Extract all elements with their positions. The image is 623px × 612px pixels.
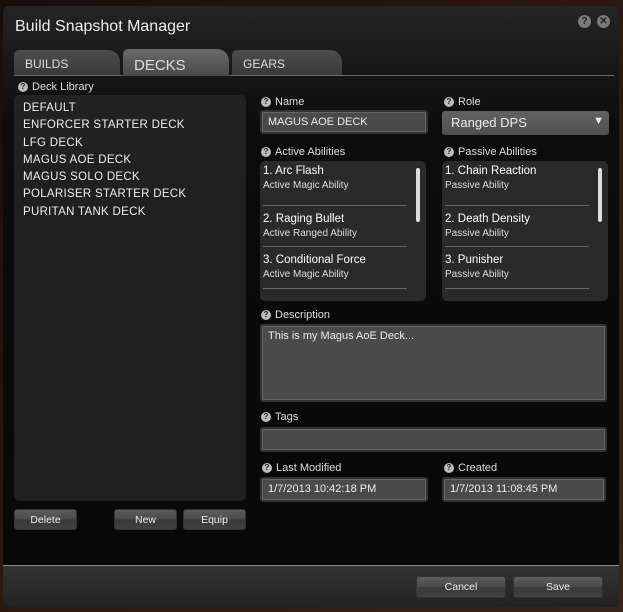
- created-field: 1/7/2013 11:08:45 PM: [442, 477, 606, 502]
- tab-decks[interactable]: DECKS: [123, 49, 229, 76]
- last-modified-field: 1/7/2013 10:42:18 PM: [260, 477, 428, 502]
- list-item[interactable]: 1. Arc Flash Active Magic Ability: [263, 164, 407, 206]
- passive-abilities-list[interactable]: 1. Chain Reaction Passive Ability 2. Dea…: [442, 161, 608, 301]
- name-label: ? Name: [261, 96, 304, 108]
- list-item[interactable]: PURITAN TANK DECK: [23, 204, 246, 221]
- tags-input[interactable]: [260, 427, 607, 452]
- list-item[interactable]: DEFAULT: [23, 100, 246, 117]
- help-icon[interactable]: ?: [444, 463, 454, 473]
- help-icon[interactable]: ?: [261, 310, 271, 320]
- help-icon[interactable]: ?: [262, 463, 272, 473]
- equip-button[interactable]: Equip: [183, 509, 246, 530]
- tab-gears[interactable]: GEARS: [232, 50, 342, 75]
- created-label: ? Created: [444, 462, 497, 474]
- list-item[interactable]: 3. Punisher Passive Ability: [445, 247, 589, 289]
- list-item[interactable]: POLARISER STARTER DECK: [23, 186, 246, 203]
- deck-library-list[interactable]: DEFAULT ENFORCER STARTER DECK LFG DECK M…: [14, 95, 246, 501]
- description-label: ? Description: [261, 309, 330, 321]
- tab-bar: BUILDS DECKS GEARS: [14, 45, 614, 76]
- chevron-down-icon: ▼: [593, 115, 604, 127]
- active-abilities-list[interactable]: 1. Arc Flash Active Magic Ability 2. Rag…: [260, 161, 426, 301]
- build-snapshot-manager-window: Build Snapshot Manager ? ✕ BUILDS DECKS …: [3, 6, 619, 607]
- help-icon[interactable]: ?: [444, 97, 454, 107]
- help-icon[interactable]: ?: [261, 97, 271, 107]
- list-item[interactable]: ENFORCER STARTER DECK: [23, 117, 246, 134]
- list-item[interactable]: 2. Raging Bullet Active Ranged Ability: [263, 206, 407, 247]
- dialog-footer: Cancel Save: [3, 565, 619, 607]
- passive-abilities-label: ? Passive Abilities: [444, 146, 537, 158]
- help-icon[interactable]: ?: [261, 147, 271, 157]
- name-input[interactable]: MAGUS AOE DECK: [260, 110, 428, 134]
- list-item[interactable]: 2. Death Density Passive Ability: [445, 206, 589, 247]
- delete-button[interactable]: Delete: [14, 509, 77, 530]
- tags-label: ? Tags: [261, 411, 298, 423]
- help-icon[interactable]: ?: [18, 82, 28, 92]
- role-label: ? Role: [444, 96, 481, 108]
- window-title: Build Snapshot Manager: [15, 18, 191, 35]
- deck-library-label: ? Deck Library: [18, 81, 94, 93]
- cancel-button[interactable]: Cancel: [416, 576, 506, 598]
- scrollbar[interactable]: [598, 168, 602, 222]
- list-item[interactable]: MAGUS AOE DECK: [23, 152, 246, 169]
- list-item[interactable]: LFG DECK: [23, 135, 246, 152]
- save-button[interactable]: Save: [513, 576, 603, 598]
- active-abilities-label: ? Active Abilities: [261, 146, 345, 158]
- help-icon[interactable]: ?: [444, 147, 454, 157]
- tab-builds[interactable]: BUILDS: [14, 50, 120, 75]
- scrollbar[interactable]: [416, 168, 420, 222]
- help-icon[interactable]: ?: [578, 15, 591, 28]
- help-icon[interactable]: ?: [261, 412, 271, 422]
- description-textarea[interactable]: This is my Magus AoE Deck...: [260, 324, 607, 402]
- list-item[interactable]: 1. Chain Reaction Passive Ability: [445, 164, 589, 206]
- list-item[interactable]: 3. Conditional Force Active Magic Abilit…: [263, 247, 407, 289]
- list-item[interactable]: MAGUS SOLO DECK: [23, 169, 246, 186]
- role-select[interactable]: Ranged DPS ▼: [442, 111, 609, 135]
- new-button[interactable]: New: [114, 509, 177, 530]
- close-icon[interactable]: ✕: [597, 15, 610, 28]
- last-modified-label: ? Last Modified: [262, 462, 341, 474]
